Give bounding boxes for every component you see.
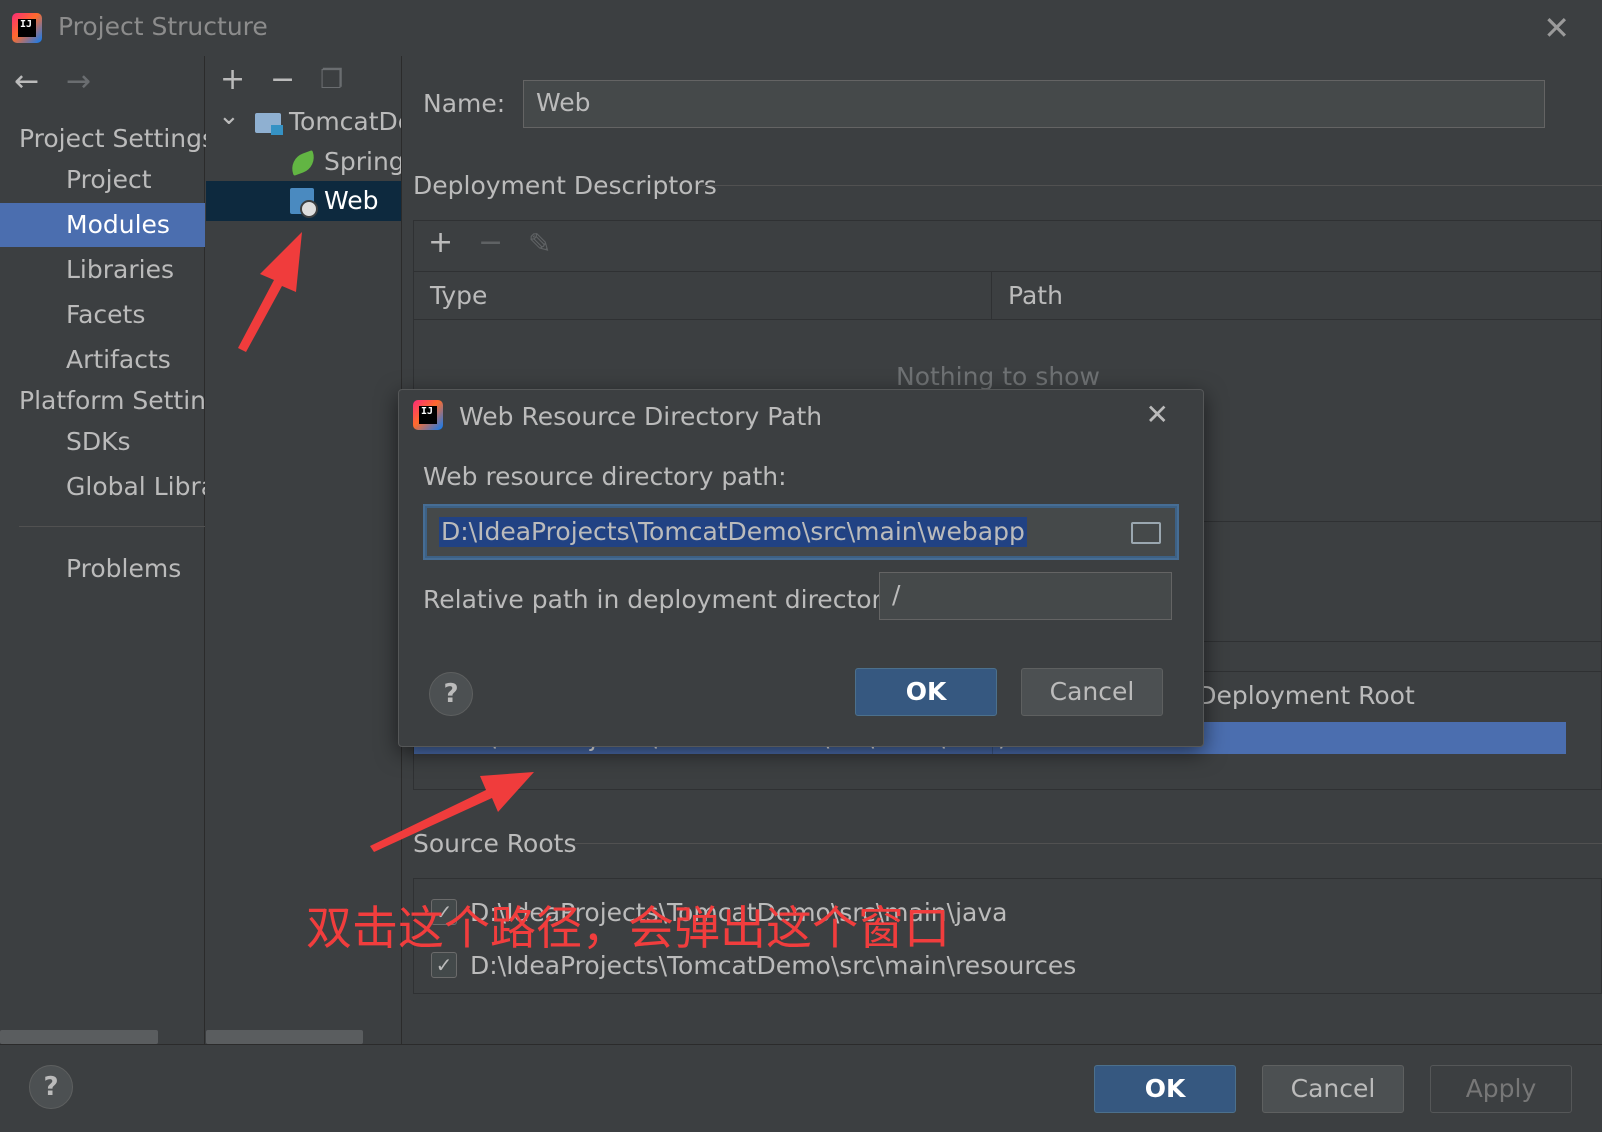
name-label: Name: xyxy=(423,89,506,118)
tree-item-root[interactable]: ⌄ TomcatDemo xyxy=(206,101,401,142)
forward-arrow-icon[interactable]: → xyxy=(66,64,91,99)
path-label: Web resource directory path: xyxy=(423,462,787,491)
tree-web-label: Web xyxy=(324,186,379,215)
chevron-down-icon[interactable]: ⌄ xyxy=(218,96,240,136)
path-input[interactable]: D:\IdeaProjects\TomcatDemo\src\main\weba… xyxy=(425,506,1177,558)
tree-root-label: TomcatDemo xyxy=(289,107,401,136)
tree-horizontal-scrollbar[interactable] xyxy=(206,1030,363,1044)
dialog-cancel-button[interactable]: Cancel xyxy=(1021,668,1163,716)
tree-item-web[interactable]: Web xyxy=(206,181,401,221)
window-title: Project Structure xyxy=(58,12,268,41)
edit-descriptor-icon[interactable]: ✎ xyxy=(528,227,551,260)
nav-item-project[interactable]: Project xyxy=(0,158,205,202)
nav-divider xyxy=(19,526,205,527)
web-resource-directory-dialog: IJ Web Resource Directory Path ✕ Web res… xyxy=(398,389,1204,747)
remove-module-icon[interactable]: − xyxy=(270,62,295,97)
intellij-logo-icon: IJ xyxy=(413,400,443,430)
module-folder-icon xyxy=(255,113,283,135)
column-header-type[interactable]: Type xyxy=(414,272,992,320)
nav-item-libraries[interactable]: Libraries xyxy=(0,248,205,292)
nav-item-problems[interactable]: Problems xyxy=(0,547,205,591)
dialog-footer: ? OK Cancel Apply xyxy=(0,1044,1602,1132)
dialog-help-button[interactable]: ? xyxy=(429,672,473,716)
nav-horizontal-scrollbar[interactable] xyxy=(0,1030,158,1044)
dialog-title: Web Resource Directory Path xyxy=(459,402,823,431)
tree-item-spring[interactable]: Spring xyxy=(206,142,402,182)
column-header-deployment-root[interactable]: o Deployment Root xyxy=(1174,681,1415,710)
project-settings-header: Project Settings xyxy=(19,124,216,153)
name-field[interactable]: Web xyxy=(523,80,1545,128)
web-facet-icon xyxy=(290,188,318,218)
nav-item-artifacts[interactable]: Artifacts xyxy=(0,338,205,382)
relative-path-input[interactable]: / xyxy=(879,572,1172,620)
intellij-logo-icon: IJ xyxy=(12,13,42,43)
annotation-text: 双击这个路径，会弹出这个窗口 xyxy=(306,901,950,955)
empty-table-text: Nothing to show xyxy=(896,362,1100,391)
ok-button[interactable]: OK xyxy=(1094,1065,1236,1113)
cancel-button[interactable]: Cancel xyxy=(1262,1065,1404,1113)
dialog-close-icon[interactable]: ✕ xyxy=(1146,398,1169,431)
deployment-descriptors-header: Deployment Descriptors xyxy=(413,171,717,200)
settings-navigation: ← → Project Settings Project Modules Lib… xyxy=(0,56,215,1044)
nav-item-facets[interactable]: Facets xyxy=(0,293,205,337)
section-divider xyxy=(698,185,1602,186)
spring-leaf-icon xyxy=(287,150,319,176)
platform-settings-header: Platform Settings xyxy=(19,386,205,415)
add-module-icon[interactable]: + xyxy=(220,62,245,97)
nav-item-modules[interactable]: Modules xyxy=(0,203,205,247)
add-descriptor-icon[interactable]: + xyxy=(428,225,453,260)
nav-item-sdks[interactable]: SDKs xyxy=(0,420,205,464)
nav-item-global-libraries[interactable]: Global Libraries xyxy=(0,465,205,509)
section-divider xyxy=(575,843,1602,844)
remove-descriptor-icon[interactable]: − xyxy=(478,225,503,260)
copy-module-icon[interactable]: ❐ xyxy=(320,65,343,95)
path-value: D:\IdeaProjects\TomcatDemo\src\main\weba… xyxy=(439,517,1027,547)
relative-path-label: Relative path in deployment directory: xyxy=(423,585,904,614)
source-roots-header: Source Roots xyxy=(413,829,577,858)
back-arrow-icon[interactable]: ← xyxy=(14,64,39,99)
tree-spring-label: Spring xyxy=(324,147,402,176)
window-close-icon[interactable]: ✕ xyxy=(1543,10,1570,46)
title-bar: IJ Project Structure ✕ xyxy=(0,0,1602,56)
help-button[interactable]: ? xyxy=(29,1065,73,1109)
dialog-ok-button[interactable]: OK xyxy=(855,668,997,716)
column-header-path[interactable]: Path xyxy=(992,272,1602,320)
browse-folder-icon[interactable] xyxy=(1131,522,1161,544)
apply-button[interactable]: Apply xyxy=(1430,1065,1572,1113)
